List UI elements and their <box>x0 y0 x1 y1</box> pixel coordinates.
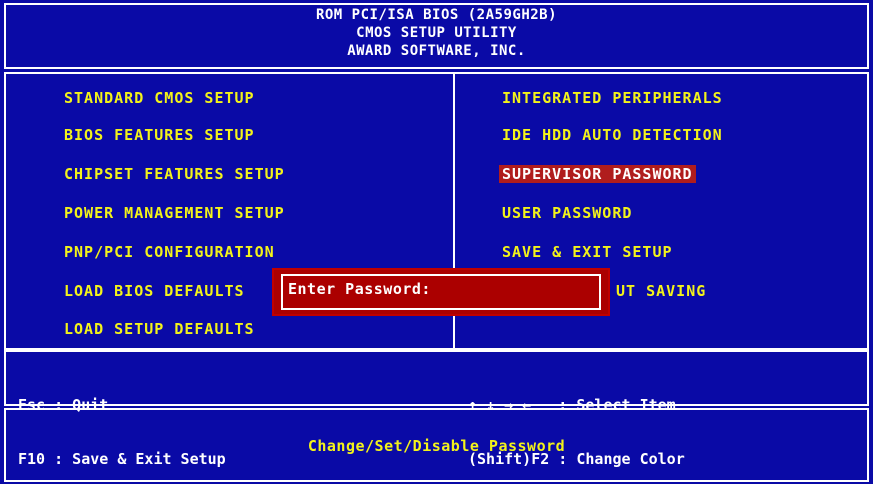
status-description: Change/Set/Disable Password <box>307 437 566 455</box>
bios-header: ROM PCI/ISA BIOS (2A59GH2B) CMOS SETUP U… <box>0 6 873 60</box>
password-input[interactable] <box>462 279 586 301</box>
menu-item-save-exit-setup[interactable]: SAVE & EXIT SETUP <box>502 243 673 261</box>
utility-title: CMOS SETUP UTILITY <box>356 25 517 41</box>
menu-item-load-bios-defaults[interactable]: LOAD BIOS DEFAULTS <box>64 282 245 300</box>
bios-version: ROM PCI/ISA BIOS (2A59GH2B) <box>315 7 558 23</box>
menu-item-user-password[interactable]: USER PASSWORD <box>502 204 632 222</box>
menu-item-exit-without-saving[interactable]: UT SAVING <box>616 282 706 300</box>
menu-item-standard-cmos-setup[interactable]: STANDARD CMOS SETUP <box>64 89 255 107</box>
menu-item-ide-hdd-auto-detection[interactable]: IDE HDD AUTO DETECTION <box>502 126 723 144</box>
menu-item-bios-features-setup[interactable]: BIOS FEATURES SETUP <box>64 126 255 144</box>
menu-item-power-management-setup[interactable]: POWER MANAGEMENT SETUP <box>64 204 285 222</box>
menu-item-load-setup-defaults[interactable]: LOAD SETUP DEFAULTS <box>64 320 255 338</box>
password-prompt: Enter Password: <box>288 280 431 298</box>
menu-item-supervisor-password[interactable]: SUPERVISOR PASSWORD <box>499 165 696 183</box>
bios-screen: ROM PCI/ISA BIOS (2A59GH2B) CMOS SETUP U… <box>0 0 873 484</box>
menu-item-pnp-pci-configuration[interactable]: PNP/PCI CONFIGURATION <box>64 243 275 261</box>
menu-item-chipset-features-setup[interactable]: CHIPSET FEATURES SETUP <box>64 165 285 183</box>
menu-item-integrated-peripherals[interactable]: INTEGRATED PERIPHERALS <box>502 89 723 107</box>
password-dialog: Enter Password: <box>272 268 610 316</box>
vendor-name: AWARD SOFTWARE, INC. <box>347 43 526 59</box>
